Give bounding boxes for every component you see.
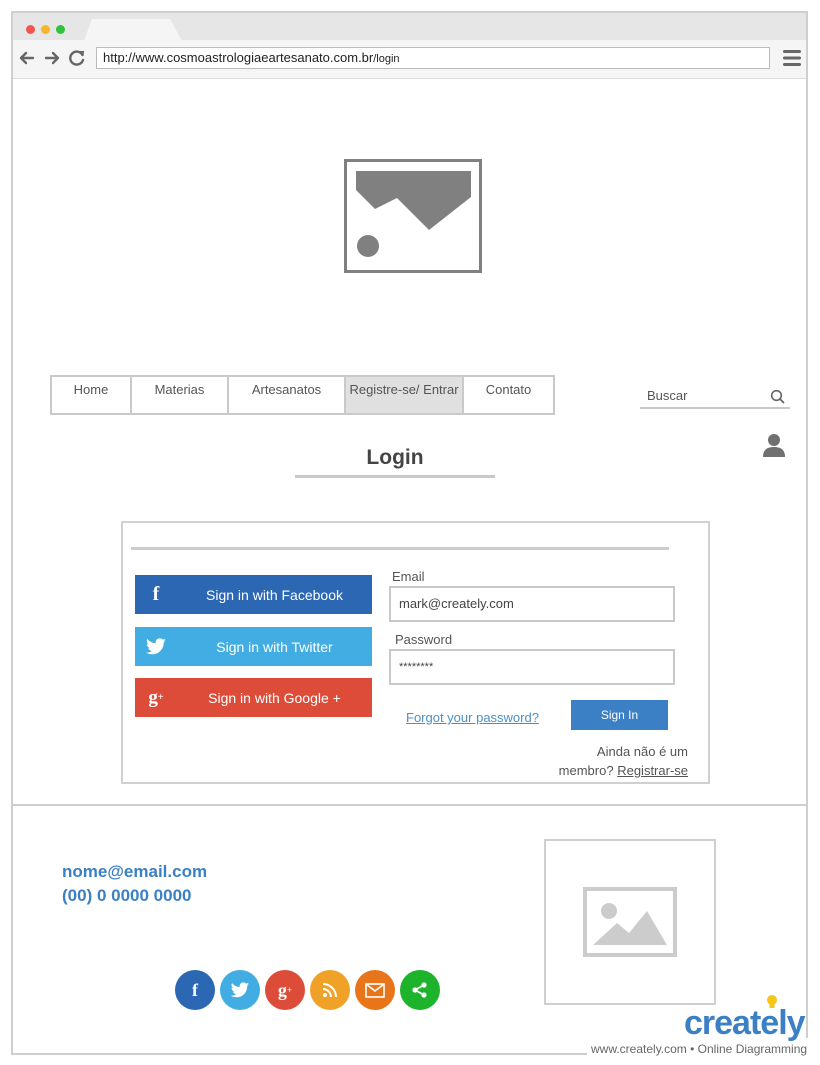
- nav-item-registre-entrar[interactable]: Registre-se/ Entrar: [346, 377, 464, 413]
- footer-mail-icon[interactable]: [355, 970, 395, 1010]
- facebook-icon: f: [135, 575, 177, 614]
- watermark-tagline: www.creately.com • Online Diagramming: [591, 1042, 808, 1056]
- email-field[interactable]: mark@creately.com: [389, 586, 675, 622]
- url-domain: http://www.cosmoastrologiaeartesanato.co…: [103, 50, 374, 65]
- maximize-window-dot[interactable]: [56, 25, 65, 34]
- google-plus-icon: g +: [135, 678, 177, 717]
- twitter-signin-button[interactable]: Sign in with Twitter: [135, 627, 372, 666]
- forgot-password-link[interactable]: Forgot your password?: [406, 710, 539, 725]
- footer-google-plus-icon[interactable]: g +: [265, 970, 305, 1010]
- footer-facebook-icon[interactable]: f: [175, 970, 215, 1010]
- back-arrow-icon[interactable]: [17, 48, 37, 68]
- close-window-dot[interactable]: [26, 25, 35, 34]
- user-icon[interactable]: [762, 432, 786, 458]
- main-nav: Home Materias Artesanatos Registre-se/ E…: [50, 375, 555, 415]
- creately-logo: creately: [684, 1004, 806, 1042]
- nav-item-artesanatos[interactable]: Artesanatos: [229, 377, 346, 413]
- minimize-window-dot[interactable]: [41, 25, 50, 34]
- twitter-signin-label: Sign in with Twitter: [216, 638, 333, 655]
- forward-arrow-icon[interactable]: [42, 48, 62, 68]
- menu-icon[interactable]: [782, 48, 802, 68]
- twitter-icon: [135, 627, 177, 666]
- reload-icon[interactable]: [67, 48, 87, 68]
- address-bar[interactable]: http://www.cosmoastrologiaeartesanato.co…: [96, 47, 770, 69]
- password-field[interactable]: ********: [389, 649, 675, 685]
- search-icon[interactable]: [770, 389, 785, 404]
- google-signin-button[interactable]: g + Sign in with Google +: [135, 678, 372, 717]
- footer-rss-icon[interactable]: [310, 970, 350, 1010]
- sign-in-button[interactable]: Sign In: [571, 700, 668, 730]
- title-underline: [295, 475, 495, 478]
- logo-image-placeholder: [344, 159, 482, 273]
- browser-tab[interactable]: [84, 19, 182, 41]
- login-divider: [131, 547, 669, 550]
- footer-phone: (00) 0 0000 0000: [62, 886, 192, 905]
- google-signin-label: Sign in with Google +: [208, 689, 341, 706]
- facebook-signin-label: Sign in with Facebook: [206, 586, 343, 603]
- footer-email[interactable]: nome@email.com: [62, 862, 207, 882]
- footer-image-placeholder: [583, 887, 677, 957]
- password-label: Password: [395, 632, 453, 647]
- nav-item-materias[interactable]: Materias: [132, 377, 229, 413]
- register-prompt: Ainda não é um membro? Registrar-se: [548, 742, 688, 780]
- url-path: /login: [373, 53, 400, 65]
- page-title: Login: [366, 446, 424, 469]
- footer-divider: [13, 804, 806, 806]
- footer-twitter-icon[interactable]: [220, 970, 260, 1010]
- email-label: Email: [392, 569, 425, 584]
- lightbulb-icon: [767, 995, 777, 1008]
- footer-share-icon[interactable]: [400, 970, 440, 1010]
- nav-item-contato[interactable]: Contato: [464, 377, 553, 413]
- nav-item-home[interactable]: Home: [52, 377, 132, 413]
- register-link[interactable]: Registrar-se: [617, 763, 688, 778]
- facebook-signin-button[interactable]: f Sign in with Facebook: [135, 575, 372, 614]
- search-placeholder: Buscar: [647, 388, 688, 403]
